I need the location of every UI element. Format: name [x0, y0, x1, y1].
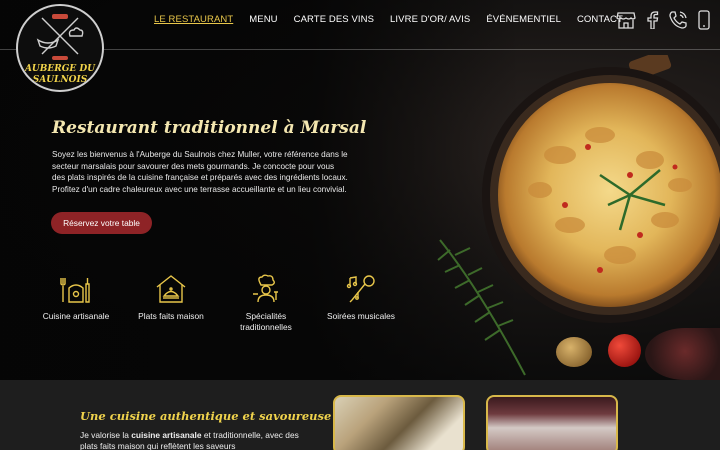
feature-specialites: Spécialités traditionnelles — [226, 274, 306, 333]
kitchen-tools-icon — [60, 278, 90, 303]
nav-item-carte-des-vins[interactable]: CARTE DES VINS — [294, 14, 374, 26]
feature-label: Cuisine artisanale — [42, 311, 110, 321]
main-nav: LE RESTAURANT MENU CARTE DES VINS LIVRE … — [154, 14, 639, 26]
nav-item-le-restaurant[interactable]: LE RESTAURANT — [154, 14, 233, 26]
feature-soirees: Soirées musicales — [321, 274, 401, 322]
feature-cuisine-artisanale: Cuisine artisanale — [36, 274, 116, 322]
about-title: Une cuisine authentique et savoureuse — [80, 409, 332, 423]
nav-item-menu[interactable]: MENU — [249, 14, 277, 26]
house-dish-icon — [156, 275, 186, 303]
about-text-bold: cuisine artisanale — [131, 430, 202, 440]
site-header: LE RESTAURANT MENU CARTE DES VINS LIVRE … — [0, 0, 720, 50]
header-icons — [616, 10, 714, 30]
dining-room-photo — [486, 395, 618, 450]
feature-plats-maison: Plats faits maison — [131, 274, 211, 322]
rosemary-image — [437, 239, 526, 376]
nav-item-evenementiel[interactable]: ÉVÉNEMENTIEL — [486, 14, 561, 26]
about-text-prefix: Je valorise la — [80, 430, 132, 440]
feature-label: Soirées musicales — [327, 311, 395, 321]
site-logo[interactable]: AUBERGE DU SAULNOIS — [16, 4, 104, 92]
phone-icon[interactable] — [668, 10, 688, 30]
hero-description: Soyez les bienvenus à l'Auberge du Sauln… — [52, 150, 348, 194]
dish-photo — [333, 395, 465, 450]
chef-icon — [253, 274, 278, 303]
feature-label: Plats faits maison — [138, 311, 204, 321]
facebook-icon[interactable] — [642, 10, 662, 30]
reserve-table-button[interactable]: Réservez votre table — [51, 212, 152, 234]
microphone-music-icon — [346, 275, 375, 303]
feature-label: Spécialités traditionnelles — [240, 311, 292, 332]
potato-image — [556, 337, 592, 367]
mobile-icon[interactable] — [694, 10, 714, 30]
about-text: Je valorise la cuisine artisanale et tra… — [80, 430, 310, 450]
hero-title: Restaurant traditionnel à Marsal — [52, 118, 367, 138]
hero-section: Restaurant traditionnel à Marsal Soyez l… — [0, 0, 720, 380]
logo-text-line1: AUBERGE DU — [24, 64, 96, 74]
nav-item-livre-dor[interactable]: LIVRE D'OR/ AVIS — [390, 14, 470, 26]
store-icon[interactable] — [616, 10, 636, 30]
tomato-image — [608, 334, 641, 367]
logo-text-line2: SAULNOIS — [32, 75, 88, 85]
garlic-bowl-image — [645, 328, 720, 380]
